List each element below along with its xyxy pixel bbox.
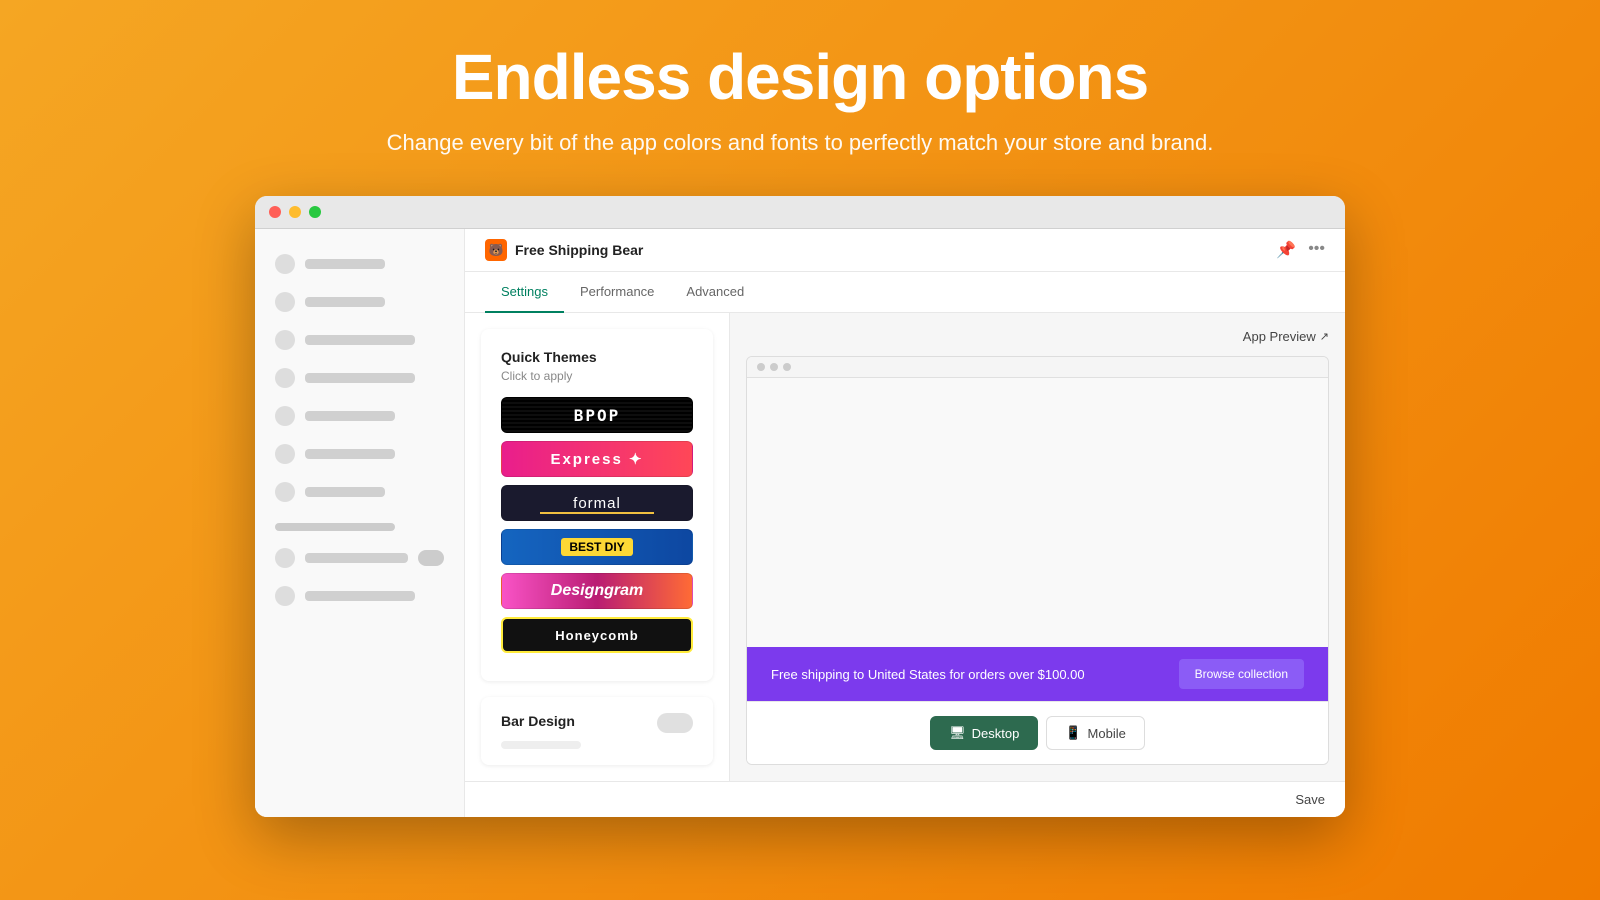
more-icon[interactable]: ••• — [1308, 240, 1325, 260]
pin-icon[interactable]: 📌 — [1276, 240, 1296, 260]
browse-collection-button[interactable]: Browse collection — [1179, 659, 1304, 689]
tab-performance[interactable]: Performance — [564, 272, 670, 313]
desktop-icon: 🖥 — [949, 725, 966, 741]
products-icon — [275, 330, 295, 350]
app-title: Free Shipping Bear — [515, 242, 643, 258]
discounts-icon — [275, 444, 295, 464]
right-panel: App Preview ↗ — [730, 313, 1345, 781]
desktop-label: Desktop — [972, 726, 1020, 741]
browser-dot-red[interactable] — [269, 206, 281, 218]
preview-content — [747, 378, 1328, 647]
preview-header: App Preview ↗ — [746, 329, 1329, 344]
app-icon: 🐻 — [485, 239, 507, 261]
browser-dot-green[interactable] — [309, 206, 321, 218]
shipping-bar: Free shipping to United States for order… — [747, 647, 1328, 701]
quick-themes-title: Quick Themes — [501, 349, 693, 365]
bar-design-toggle[interactable] — [657, 713, 693, 733]
home-icon — [275, 254, 295, 274]
preview-browser: Free shipping to United States for order… — [746, 356, 1329, 765]
customers-icon — [275, 368, 295, 388]
theme-bestdiy[interactable]: BEST DIY — [501, 529, 693, 565]
online-store-icon — [275, 548, 295, 568]
left-panel: Quick Themes Click to apply BPOP Express… — [465, 313, 730, 781]
sidebar-item-orders[interactable] — [255, 283, 464, 321]
app-header: 🐻 Free Shipping Bear 📌 ••• — [465, 229, 1345, 272]
desktop-view-button[interactable]: 🖥 Desktop — [930, 716, 1038, 750]
theme-bestdiy-badge: BEST DIY — [561, 538, 632, 556]
tabs-bar: Settings Performance Advanced — [465, 272, 1345, 313]
sidebar-label-customers — [305, 373, 415, 383]
sidebar-label-orders — [305, 297, 385, 307]
sidebar-label-analytics — [305, 411, 395, 421]
app-preview-label: App Preview — [1243, 329, 1316, 344]
sidebar-item-products[interactable] — [255, 321, 464, 359]
theme-designgram[interactable]: Designgram — [501, 573, 693, 609]
app-footer: Save — [465, 781, 1345, 817]
sidebar-item-point-of-sale[interactable] — [255, 577, 464, 615]
browser-chrome — [255, 196, 1345, 229]
sidebar-item-customers[interactable] — [255, 359, 464, 397]
theme-designgram-text: Designgram — [551, 582, 643, 600]
theme-formal-text: formal — [573, 495, 621, 512]
theme-formal-line — [540, 512, 654, 514]
pos-icon — [275, 586, 295, 606]
external-link-icon: ↗ — [1320, 330, 1329, 343]
quick-themes-section: Quick Themes Click to apply BPOP Express… — [481, 329, 713, 681]
app-header-actions: 📌 ••• — [1276, 240, 1325, 260]
theme-express-text: Express ✦ — [550, 450, 643, 468]
mobile-view-button[interactable]: 📱 Mobile — [1046, 716, 1144, 750]
sidebar-label-discounts — [305, 449, 395, 459]
sidebar-item-analytics[interactable] — [255, 397, 464, 435]
bar-design-sub — [501, 741, 581, 749]
preview-browser-chrome — [747, 357, 1328, 378]
bar-design-section: Bar Design — [481, 697, 713, 765]
theme-bpop[interactable]: BPOP — [501, 397, 693, 433]
orders-icon — [275, 292, 295, 312]
theme-honeycomb-text: Honeycomb — [555, 628, 638, 643]
content-area: Quick Themes Click to apply BPOP Express… — [465, 313, 1345, 781]
preview-dot-2 — [770, 363, 778, 371]
bar-design-title: Bar Design — [501, 713, 575, 729]
theme-bpop-text: BPOP — [574, 406, 621, 425]
save-button[interactable]: Save — [1295, 792, 1325, 807]
analytics-icon — [275, 406, 295, 426]
browser-content: 🐻 Free Shipping Bear 📌 ••• Settings Perf… — [255, 229, 1345, 817]
shipping-bar-text: Free shipping to United States for order… — [771, 667, 1085, 682]
hero-title: Endless design options — [452, 40, 1148, 114]
sidebar-label-pos — [305, 591, 415, 601]
sidebar-label-products — [305, 335, 415, 345]
preview-dot-3 — [783, 363, 791, 371]
sidebar-item-online-store[interactable] — [255, 539, 464, 577]
sidebar-item-home[interactable] — [255, 245, 464, 283]
tab-advanced[interactable]: Advanced — [670, 272, 760, 313]
theme-honeycomb[interactable]: Honeycomb — [501, 617, 693, 653]
view-toggle: 🖥 Desktop 📱 Mobile — [747, 701, 1328, 764]
sidebar-label-online-store — [305, 553, 408, 563]
sidebar-label-home — [305, 259, 385, 269]
app-preview-link[interactable]: App Preview ↗ — [1243, 329, 1329, 344]
sidebar-label-apps — [305, 487, 385, 497]
mobile-label: Mobile — [1088, 726, 1126, 741]
theme-express[interactable]: Express ✦ — [501, 441, 693, 477]
tab-settings[interactable]: Settings — [485, 272, 564, 313]
bar-design-header: Bar Design — [501, 713, 693, 733]
browser-window: 🐻 Free Shipping Bear 📌 ••• Settings Perf… — [255, 196, 1345, 817]
browser-dot-yellow[interactable] — [289, 206, 301, 218]
sidebar-section-label — [275, 523, 395, 531]
mobile-icon: 📱 — [1065, 725, 1081, 741]
sidebar-toggle[interactable] — [418, 550, 444, 566]
apps-icon — [275, 482, 295, 502]
main-area: 🐻 Free Shipping Bear 📌 ••• Settings Perf… — [465, 229, 1345, 817]
hero-subtitle: Change every bit of the app colors and f… — [387, 130, 1214, 156]
sidebar-item-apps[interactable] — [255, 473, 464, 511]
preview-dot-1 — [757, 363, 765, 371]
theme-formal[interactable]: formal — [501, 485, 693, 521]
sidebar — [255, 229, 465, 817]
sidebar-item-discounts[interactable] — [255, 435, 464, 473]
quick-themes-subtitle: Click to apply — [501, 369, 693, 383]
